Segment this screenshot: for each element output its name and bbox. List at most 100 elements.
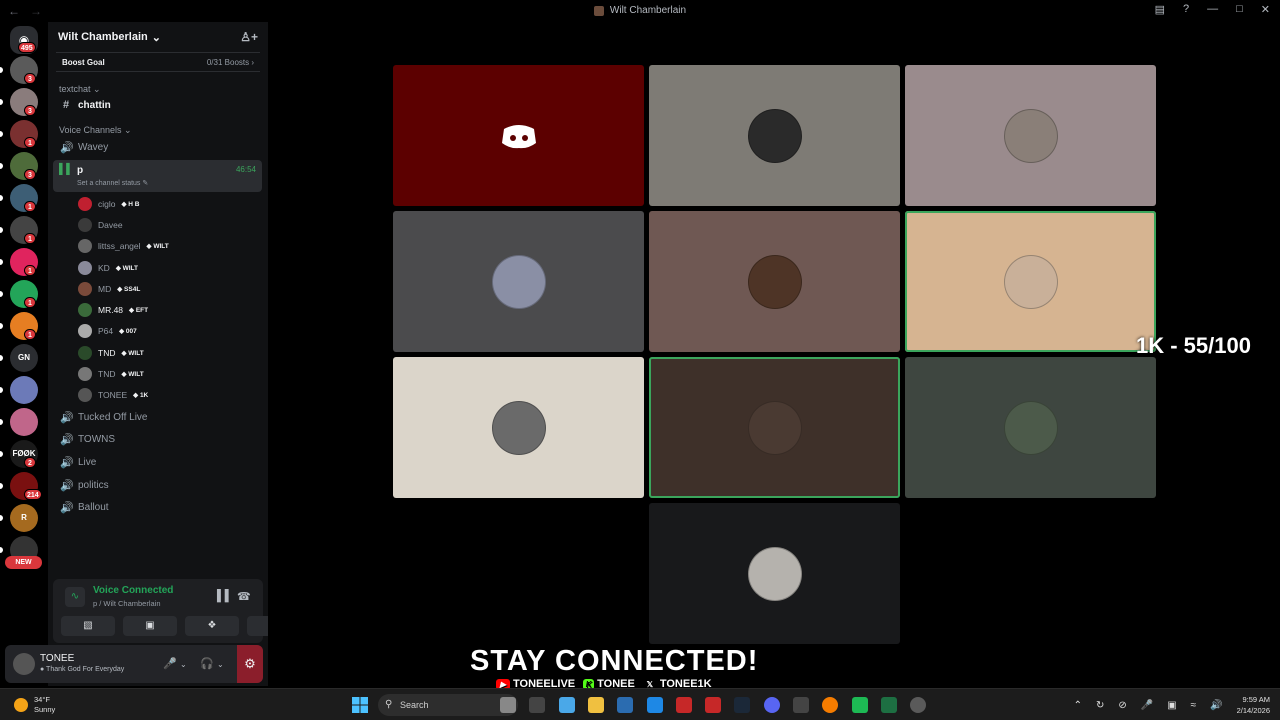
user-panel: TONEE ● Thank God For Everyday 🎤 ⌄ 🎧 ⌄ ⚙ xyxy=(5,645,263,683)
participant-tile[interactable] xyxy=(649,503,900,644)
inbox-icon[interactable]: ▤ xyxy=(1155,3,1165,16)
category-voice-channels[interactable]: Voice Channels ⌄ xyxy=(48,125,268,136)
participant-tile[interactable] xyxy=(905,65,1156,206)
noise-suppression-icon[interactable]: ▐▐ xyxy=(213,590,229,602)
speaker-icon: 🔊 xyxy=(60,411,74,424)
voice-channel-wavey[interactable]: 🔊 Wavey xyxy=(48,136,268,158)
taskbar-app-icon[interactable] xyxy=(617,697,634,713)
signal-icon[interactable]: ∿ xyxy=(65,587,85,607)
category-textchat[interactable]: textchat ⌄ xyxy=(48,84,268,95)
guild-tag: ◆ EFT xyxy=(129,307,149,315)
voice-member[interactable]: ciglo ◆ H B xyxy=(48,193,268,214)
settings-gear-icon[interactable]: ⚙ xyxy=(237,645,263,683)
windows-start-icon[interactable] xyxy=(352,697,368,713)
voice-member[interactable]: littss_angel ◆ WILT xyxy=(48,236,268,257)
channel-timer: 46:54 xyxy=(235,165,256,174)
camera-button[interactable]: ▧ xyxy=(61,616,115,636)
mention-badge: 1 xyxy=(24,265,36,276)
participant-tile[interactable] xyxy=(649,357,900,498)
mention-badge: 3 xyxy=(24,73,36,84)
taskbar-app-icon[interactable] xyxy=(763,697,780,713)
server-icon[interactable] xyxy=(10,376,38,404)
title-bar: ← → Wilt Chamberlain ▤ ? — □ ✕ xyxy=(0,0,1280,22)
taskbar-app-icon[interactable] xyxy=(705,697,722,713)
taskbar-app-icon[interactable] xyxy=(529,697,546,713)
disconnect-icon[interactable]: ☎ xyxy=(237,590,251,603)
voice-member[interactable]: TND ◆ WILT xyxy=(48,342,268,363)
voice-member[interactable]: TONEE ◆ 1K xyxy=(48,385,268,406)
avatar[interactable] xyxy=(13,653,35,675)
voice-member[interactable]: MD ◆ SS4L xyxy=(48,278,268,299)
wifi-icon[interactable]: ≈ xyxy=(1191,700,1197,711)
taskbar-app-icon[interactable] xyxy=(734,697,751,713)
minimize-icon[interactable]: — xyxy=(1207,3,1218,16)
voice-channel[interactable]: 🔊 TOWNS xyxy=(48,429,268,452)
chevron-down-icon[interactable]: ⌄ xyxy=(180,660,187,669)
unread-indicator xyxy=(0,99,3,105)
taskbar-app-icon[interactable] xyxy=(558,697,575,713)
sync-icon[interactable]: ↻ xyxy=(1096,700,1104,711)
taskbar-app-icon[interactable] xyxy=(587,697,604,713)
voice-member[interactable]: P64 ◆ 007 xyxy=(48,321,268,342)
taskbar-app-icon[interactable] xyxy=(793,697,809,713)
participant-tile[interactable] xyxy=(649,211,900,352)
taskbar-app-icon[interactable] xyxy=(675,697,692,713)
help-icon[interactable]: ? xyxy=(1183,3,1189,16)
server-icon[interactable]: R xyxy=(10,504,38,532)
voice-member[interactable]: MR.48 ◆ EFT xyxy=(48,299,268,320)
participant-tile[interactable] xyxy=(905,211,1156,352)
chevron-down-icon[interactable]: ⌄ xyxy=(217,660,224,669)
voice-location[interactable]: p / Wilt Chamberlain xyxy=(93,599,161,608)
voice-action-buttons: ▧ ▣ ❖ ✿ xyxy=(61,616,301,636)
voice-member[interactable]: Davee xyxy=(48,214,268,235)
avatar xyxy=(1003,400,1058,455)
clock[interactable]: 9:59 AM 2/14/2026 xyxy=(1237,694,1270,716)
network-off-icon[interactable]: ⊘ xyxy=(1118,700,1126,711)
voice-channel-p[interactable]: ▌▌ p Set a channel status ✎ 46:54 xyxy=(53,160,262,192)
voice-channel[interactable]: 🔊 Live xyxy=(48,451,268,474)
guild-tag: ◆ WILT xyxy=(115,264,139,272)
channel-status[interactable]: Set a channel status ✎ xyxy=(77,179,148,187)
boost-goal-bar[interactable]: Boost Goal 0/31 Boosts › xyxy=(56,52,260,72)
taskbar-app-icon[interactable] xyxy=(851,697,868,713)
voice-channel[interactable]: 🔊 politics xyxy=(48,474,268,497)
channel-name: Live xyxy=(78,456,97,468)
display-icon[interactable]: ▣ xyxy=(1167,700,1176,711)
taskbar-search[interactable]: ⚲ Search xyxy=(378,694,518,716)
participant-tile[interactable] xyxy=(393,65,644,206)
voice-channel[interactable]: 🔊 Ballout xyxy=(48,496,268,519)
guild-tag: ◆ 1K xyxy=(133,392,149,400)
voice-member[interactable]: KD ◆ WILT xyxy=(48,257,268,278)
server-icon[interactable]: GN xyxy=(10,344,38,372)
voice-status[interactable]: Voice Connected xyxy=(93,585,173,596)
screenshare-button[interactable]: ▣ xyxy=(123,616,177,636)
guild-tag: ◆ WILT xyxy=(121,371,144,379)
microphone-icon[interactable]: 🎤 xyxy=(1141,700,1153,711)
voice-connected-panel: ∿ Voice Connected p / Wilt Chamberlain ▐… xyxy=(53,579,301,643)
weather-widget[interactable]: 34°F Sunny xyxy=(14,695,55,715)
voice-member[interactable]: TND ◆ WILT xyxy=(48,363,268,384)
taskbar-app-icon[interactable] xyxy=(880,697,897,713)
invite-people-icon[interactable]: ♙+ xyxy=(240,30,258,44)
taskbar-app-icon[interactable] xyxy=(646,697,663,713)
chevron-up-icon[interactable]: ⌃ xyxy=(1074,700,1082,711)
taskbar-app-icon[interactable] xyxy=(500,697,516,713)
channel-chattin[interactable]: # chattin xyxy=(48,95,268,115)
voice-channel[interactable]: 🔊 Tucked Off Live xyxy=(48,406,268,429)
unread-indicator xyxy=(0,259,3,265)
activities-button[interactable]: ❖ xyxy=(185,616,239,636)
close-icon[interactable]: ✕ xyxy=(1261,3,1270,16)
maximize-icon[interactable]: □ xyxy=(1236,3,1243,16)
volume-icon[interactable]: 🔊 xyxy=(1210,700,1222,711)
microphone-icon[interactable]: 🎤 xyxy=(163,657,177,670)
participant-tile[interactable] xyxy=(393,357,644,498)
headphones-icon[interactable]: 🎧 xyxy=(200,657,214,670)
username[interactable]: TONEE xyxy=(40,653,74,664)
server-icon[interactable] xyxy=(10,408,38,436)
taskbar-app-icon[interactable] xyxy=(822,697,839,713)
participant-tile[interactable] xyxy=(393,211,644,352)
taskbar-app-icon[interactable] xyxy=(910,697,927,713)
participant-tile[interactable] xyxy=(905,357,1156,498)
participant-tile[interactable] xyxy=(649,65,900,206)
server-header[interactable]: Wilt Chamberlain ⌄ ♙+ xyxy=(48,22,268,52)
